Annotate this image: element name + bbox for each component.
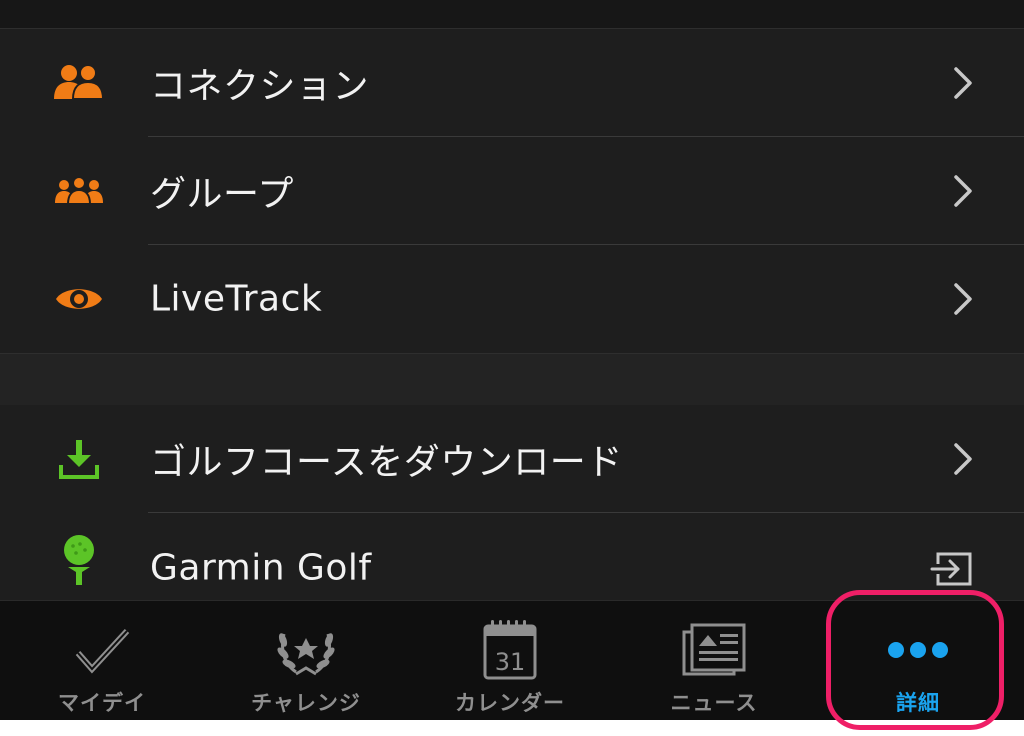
tab-my-day[interactable]: マイデイ bbox=[0, 601, 204, 721]
checkmark-icon bbox=[67, 617, 137, 683]
tab-news[interactable]: ニュース bbox=[612, 601, 816, 721]
menu-item-label: LiveTrack bbox=[150, 278, 323, 320]
tab-label: ニュース bbox=[670, 691, 758, 715]
chevron-right-icon bbox=[954, 67, 972, 99]
menu-item-label: グループ bbox=[150, 174, 294, 215]
tab-label: カレンダー bbox=[455, 691, 565, 715]
connections-icon bbox=[52, 56, 106, 110]
highlight-annotation bbox=[826, 590, 1004, 730]
menu-item-label: Garmin Golf bbox=[150, 547, 372, 589]
menu-section-social: コネクション グループ LiveTrack bbox=[0, 29, 1024, 353]
tab-label: チャレンジ bbox=[251, 691, 361, 715]
chevron-right-icon bbox=[954, 443, 972, 475]
laurel-icon bbox=[271, 617, 341, 683]
menu-item-download-golf-courses[interactable]: ゴルフコースをダウンロード bbox=[0, 405, 1024, 513]
top-bar bbox=[0, 0, 1024, 29]
chevron-right-icon bbox=[954, 175, 972, 207]
news-icon bbox=[679, 617, 749, 683]
section-spacer bbox=[0, 353, 1024, 406]
menu-item-label: コネクション bbox=[150, 66, 370, 107]
golf-ball-icon bbox=[52, 533, 106, 587]
menu-item-label: ゴルフコースをダウンロード bbox=[150, 442, 623, 483]
menu-item-garmin-golf[interactable]: Garmin Golf bbox=[0, 513, 1024, 600]
menu-item-groups[interactable]: グループ bbox=[0, 137, 1024, 245]
calendar-icon: 31 bbox=[475, 617, 545, 683]
groups-icon bbox=[52, 164, 106, 218]
menu-item-livetrack[interactable]: LiveTrack bbox=[0, 245, 1024, 353]
menu-section-golf: ゴルフコースをダウンロード Garmin Golf bbox=[0, 405, 1024, 600]
eye-icon bbox=[52, 272, 106, 326]
tab-calendar[interactable]: 31 カレンダー bbox=[408, 601, 612, 721]
tab-label: マイデイ bbox=[58, 691, 146, 715]
chevron-right-icon bbox=[954, 283, 972, 315]
calendar-day-number: 31 bbox=[495, 648, 526, 676]
download-icon bbox=[52, 432, 106, 486]
tab-challenges[interactable]: チャレンジ bbox=[204, 601, 408, 721]
external-app-icon bbox=[930, 552, 972, 586]
menu-item-connections[interactable]: コネクション bbox=[0, 29, 1024, 137]
